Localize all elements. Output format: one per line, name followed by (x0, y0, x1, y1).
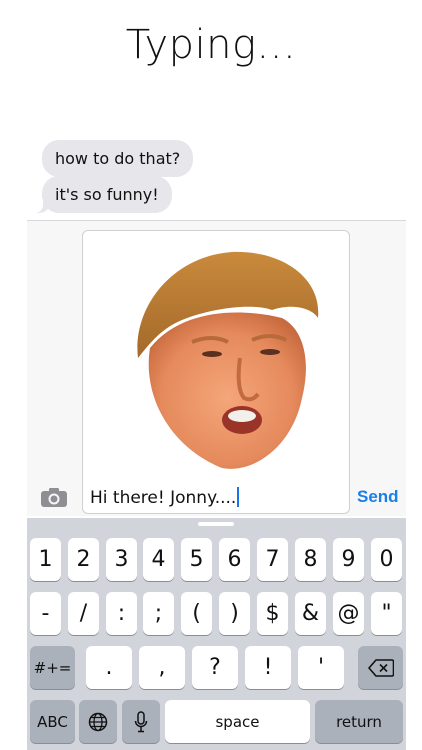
space-key[interactable]: space (165, 700, 310, 743)
globe-icon (88, 712, 108, 731)
key-apostrophe[interactable]: ' (298, 646, 344, 689)
key-9[interactable]: 9 (333, 538, 364, 581)
keyboard: 1 2 3 4 5 6 7 8 9 0 - / : ; ( ) $ & @ " … (27, 518, 406, 750)
key-7[interactable]: 7 (257, 538, 288, 581)
symbols-key[interactable]: #+= (30, 646, 75, 689)
key-open-paren[interactable]: ( (181, 592, 212, 635)
key-dollar[interactable]: $ (257, 592, 288, 635)
send-button[interactable]: Send (357, 487, 399, 507)
abc-key[interactable]: ABC (30, 700, 75, 743)
key-8[interactable]: 8 (295, 538, 326, 581)
key-period[interactable]: . (86, 646, 132, 689)
key-6[interactable]: 6 (219, 538, 250, 581)
key-1[interactable]: 1 (30, 538, 61, 581)
delete-key[interactable] (358, 646, 403, 689)
key-at[interactable]: @ (333, 592, 364, 635)
delete-icon (367, 658, 394, 677)
message-input-text: Hi there! Jonny.... (90, 488, 237, 508)
microphone-icon (134, 710, 148, 732)
keyboard-handle[interactable] (198, 522, 234, 526)
key-5[interactable]: 5 (181, 538, 212, 581)
key-slash[interactable]: / (68, 592, 99, 635)
key-4[interactable]: 4 (143, 538, 174, 581)
key-question[interactable]: ? (192, 646, 238, 689)
key-hyphen[interactable]: - (30, 592, 61, 635)
key-colon[interactable]: : (106, 592, 137, 635)
key-exclamation[interactable]: ! (245, 646, 291, 689)
globe-key[interactable] (79, 700, 117, 743)
key-0[interactable]: 0 (371, 538, 402, 581)
dictation-key[interactable] (122, 700, 160, 743)
page-title: Typing... (125, 22, 297, 68)
key-close-paren[interactable]: ) (219, 592, 250, 635)
key-comma[interactable]: , (139, 646, 185, 689)
key-quote[interactable]: " (371, 592, 402, 635)
key-ampersand[interactable]: & (295, 592, 326, 635)
message-bubble: how to do that? (42, 140, 194, 177)
message-bubble: it's so funny! (33, 176, 172, 213)
key-3[interactable]: 3 (106, 538, 137, 581)
key-semicolon[interactable]: ; (143, 592, 174, 635)
return-key[interactable]: return (315, 700, 403, 743)
text-caret (237, 487, 240, 507)
face-sticker (137, 251, 319, 469)
camera-icon[interactable] (40, 486, 68, 508)
key-2[interactable]: 2 (68, 538, 99, 581)
message-input[interactable]: Hi there! Jonny.... (90, 487, 240, 508)
